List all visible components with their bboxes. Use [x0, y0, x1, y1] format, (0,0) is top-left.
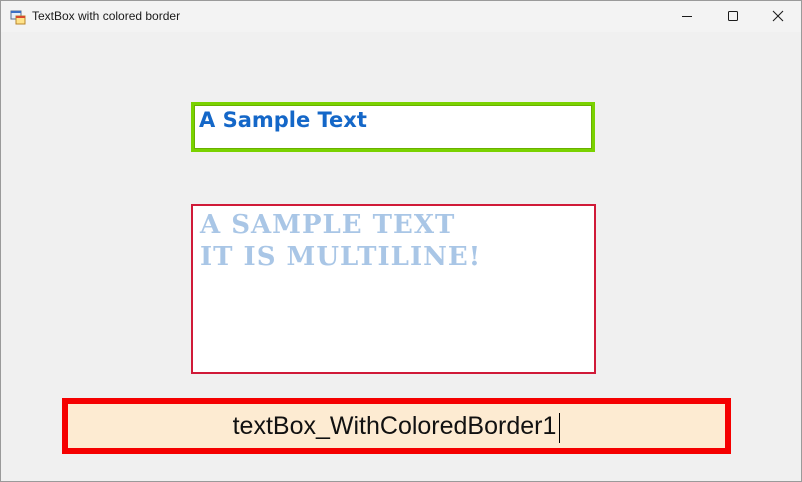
maximize-icon — [728, 11, 738, 21]
multiline-textbox[interactable]: A SAMPLE TEXT IT IS MULTILINE! — [191, 204, 596, 374]
winforms-app-icon — [10, 9, 26, 25]
sample-text-value: A Sample Text — [199, 108, 367, 132]
text-caret — [559, 412, 561, 443]
form-client-area: A Sample Text A SAMPLE TEXT IT IS MULTIL… — [1, 32, 801, 481]
app-window: TextBox with colored border A Sample Tex… — [0, 0, 802, 482]
multiline-line-1: A SAMPLE TEXT — [200, 210, 456, 240]
close-button[interactable] — [755, 1, 801, 32]
multiline-line-2: IT IS MULTILINE! — [200, 242, 482, 272]
colored-border-textbox-value: textBox_WithColoredBorder1 — [232, 412, 557, 440]
minimize-button[interactable] — [664, 1, 710, 32]
maximize-button[interactable] — [710, 1, 756, 32]
minimize-icon — [682, 16, 692, 17]
close-icon — [772, 10, 784, 22]
multiline-text-value: A SAMPLE TEXT IT IS MULTILINE! — [200, 209, 481, 273]
colored-border-textbox[interactable]: textBox_WithColoredBorder1 — [62, 398, 731, 454]
window-title: TextBox with colored border — [32, 9, 181, 23]
sample-text-textbox[interactable]: A Sample Text — [191, 102, 595, 152]
title-bar[interactable]: TextBox with colored border — [1, 1, 801, 32]
colored-border-textbox-content: textBox_WithColoredBorder1 — [68, 404, 725, 448]
